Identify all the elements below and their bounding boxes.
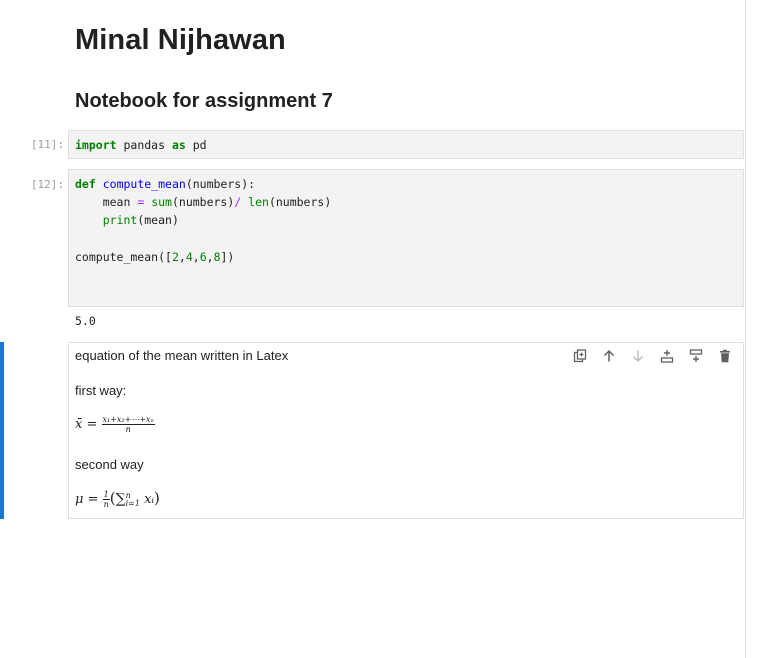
latex-equation-2: μ = 1 n (∑ n i=1 xᵢ) [75,489,160,509]
code-line: import pandas as pd [75,136,737,154]
insert-cell-above-button[interactable] [657,348,677,364]
cell-prompt-12: [12]: [30,178,64,191]
number-token: 2 [171,249,179,264]
code-line: mean = sum(numbers)/ len(numbers) [75,193,737,211]
duplicate-icon [573,349,587,363]
math-term: xᵢ [144,492,155,507]
builtin-token: sum [151,195,172,210]
math-fraction: 1 n [102,490,110,509]
cell-toolbar [570,348,735,364]
markdown-text-line: second way [75,457,144,472]
duplicate-cell-button[interactable] [570,348,590,364]
insert-below-icon [689,349,703,362]
keyword-token: as [171,138,186,152]
notebook-title: Minal Nijhawan [75,24,286,56]
markdown-cell[interactable]: equation of the mean written in Latex fi… [68,342,744,519]
math-sum-symbol: ∑ [115,491,126,507]
code-token: (mean) [137,213,179,228]
builtin-token: print [102,213,138,228]
math-denominator: n [103,500,109,509]
math-lhs: x̄ = [75,417,98,432]
move-cell-down-button[interactable] [628,348,648,364]
math-paren: ) [154,489,160,507]
cell-prompt-11: [11]: [30,138,64,151]
insert-cell-below-button[interactable] [686,348,706,364]
insert-above-icon [660,350,674,363]
move-down-icon [632,350,644,363]
math-subscript: i=1 [125,498,140,508]
number-token: 8 [213,249,221,264]
code-token: , [178,249,186,264]
math-denominator: n [125,425,131,434]
markdown-text-line: equation of the mean written in Latex [75,348,289,363]
number-token: 4 [185,249,193,264]
builtin-token: len [248,195,269,210]
active-cell-indicator[interactable] [0,342,4,519]
math-numerator: 1 [102,490,110,500]
delete-icon [720,349,730,363]
code-token: , [192,249,200,264]
math-fraction: x₁+x₂+⋯+xₙ n [101,415,155,434]
cell-output: 5.0 [75,314,96,328]
math-lhs: μ = [75,492,99,507]
code-cell-import[interactable]: import pandas as pd [68,130,744,159]
move-cell-up-button[interactable] [599,348,619,364]
notebook-panel-border [745,0,746,658]
code-token: , [206,249,214,264]
code-token: ]) [220,249,235,264]
code-line: print(mean) [75,211,737,229]
code-token: pandas [116,138,172,152]
number-token: 6 [199,249,207,264]
code-line: compute_mean([2,4,6,8]) [75,248,737,266]
code-token: compute_mean([ [75,249,172,264]
code-line: def compute_mean(numbers): [75,175,737,193]
keyword-token: def [75,177,96,191]
function-name-token: compute_mean [102,177,186,191]
latex-equation-1: x̄ = x₁+x₂+⋯+xₙ n [75,415,155,434]
code-token: pd [185,138,207,152]
keyword-token: import [75,138,117,152]
math-numerator: x₁+x₂+⋯+xₙ [101,415,155,425]
code-token: mean [75,195,138,210]
code-cell-compute-mean[interactable]: def compute_mean(numbers): mean = sum(nu… [68,169,744,307]
move-up-icon [603,349,615,362]
delete-cell-button[interactable] [715,348,735,364]
notebook-subtitle: Notebook for assignment 7 [75,90,333,112]
code-token: (numbers) [171,195,235,210]
code-token: (numbers): [185,177,256,191]
markdown-text-line: first way: [75,383,127,398]
code-token: (numbers) [268,195,332,210]
